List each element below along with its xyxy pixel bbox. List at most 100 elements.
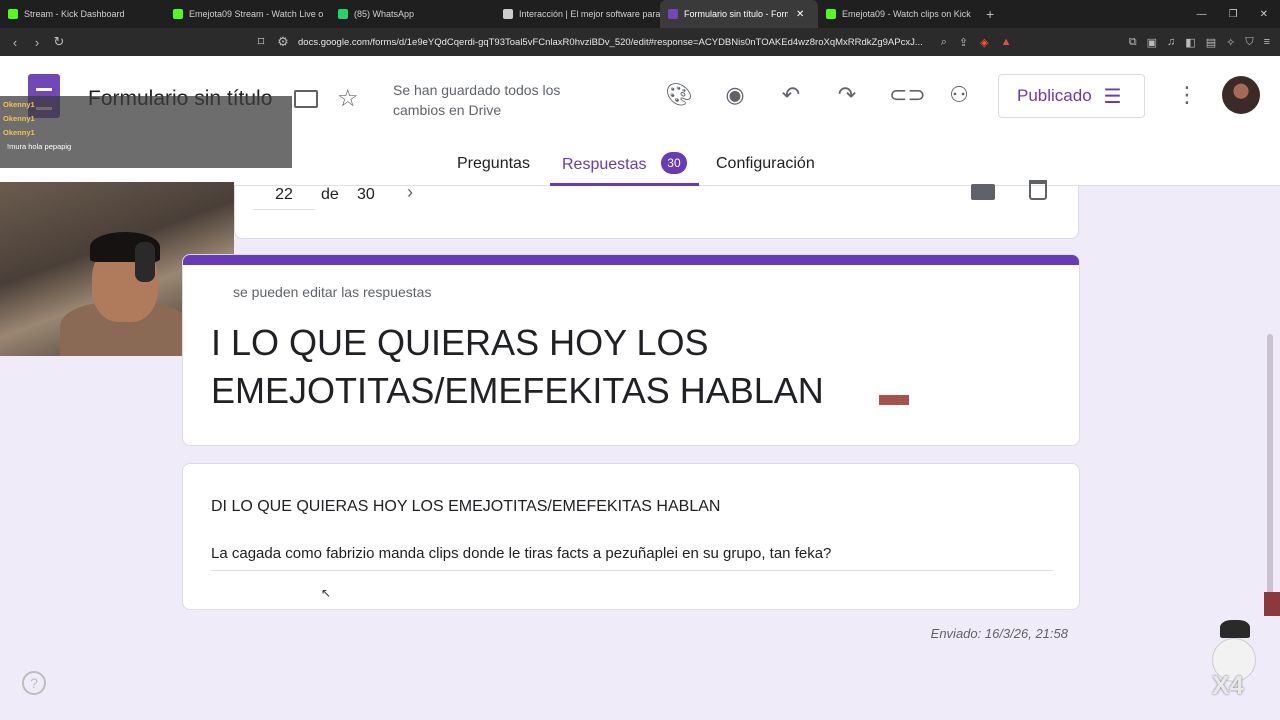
small-image — [879, 395, 909, 405]
brave-rewards-icon[interactable]: ▲ — [1001, 36, 1012, 49]
duck-mascot-overlay: X4 — [1206, 618, 1262, 702]
tune-icon: ☰ — [1103, 85, 1122, 108]
forward-icon[interactable]: › — [26, 35, 48, 50]
maximize-icon[interactable]: ❐ — [1229, 9, 1238, 20]
diamond-icon — [503, 9, 513, 19]
responses-count-badge: 30 — [660, 152, 687, 174]
add-collaborator-icon[interactable]: ⚇ — [945, 82, 973, 108]
palette-icon[interactable]: 🎨︎ — [665, 82, 693, 108]
tab-label: Formulario sin título - Formulario — [684, 9, 788, 19]
edge-overlay-image — [1264, 592, 1280, 616]
reload-icon[interactable]: ↻ — [48, 34, 70, 50]
delete-icon[interactable] — [1029, 180, 1047, 200]
avatar[interactable] — [1222, 76, 1260, 114]
extensions-icon[interactable]: ⧉ — [1129, 36, 1137, 49]
stream-chat-overlay: Okenny1 Okenny1 Okenny1 !mura hola pepap… — [0, 96, 292, 168]
kick-icon — [826, 9, 836, 19]
tab-responses[interactable]: Respuestas 30 — [550, 152, 699, 186]
chat-text: !mura hola pepapig — [7, 142, 72, 151]
tab-responses-label: Respuestas — [562, 156, 647, 173]
address-actions: ⌕ ⇪ ◈ ▲ — [941, 36, 1012, 49]
response-total: 30 — [357, 186, 375, 203]
zoom-icon[interactable]: ⌕ — [941, 36, 947, 49]
chat-user: Okenny1 — [3, 100, 35, 109]
bookmark-icon[interactable]: ⌑ — [250, 34, 272, 50]
url-field[interactable]: docs.google.com/forms/d/1e9eYQdCqerdi-gq… — [298, 37, 923, 48]
vpn-icon[interactable]: ⛉ — [1245, 36, 1253, 49]
kick-icon — [8, 9, 18, 19]
chat-message: Okenny1 — [3, 98, 289, 112]
address-bar: ‹ › ↻ ⌑ ⚙ docs.google.com/forms/d/1e9eYQ… — [0, 28, 1280, 56]
chat-message — [3, 154, 289, 168]
site-info-icon[interactable]: ⚙ — [272, 34, 294, 50]
browser-tab-active[interactable]: Formulario sin título - Formulario ✕ — [660, 0, 818, 28]
chat-message: !mura hola pepapig — [3, 140, 289, 154]
form-title: I LO QUE QUIERAS HOY LOS EMEJOTITAS/EMEF… — [211, 322, 824, 411]
toolbar-right: ⧉ ▣ ♫ ◧ ▤ ✧ ⛉ ≡ — [1129, 36, 1280, 49]
submitted-timestamp: Enviado: 16/3/26, 21:58 — [930, 626, 1068, 641]
screenshot-icon[interactable]: ▣ — [1147, 36, 1157, 49]
publish-button[interactable]: Publicado ☰ — [998, 74, 1145, 118]
accent-bar — [183, 255, 1079, 265]
webcam-headset — [135, 242, 155, 282]
next-response-icon[interactable]: › — [407, 182, 413, 203]
tab-label: Emejota09 Stream - Watch Live o — [189, 9, 324, 19]
whatsapp-icon — [338, 9, 348, 19]
question-text: DI LO QUE QUIERAS HOY LOS EMEJOTITAS/EME… — [211, 498, 721, 515]
scrollbar-thumb[interactable] — [1267, 334, 1273, 614]
menu-icon[interactable]: ≡ — [1264, 36, 1270, 49]
kick-icon — [173, 9, 183, 19]
sidebar-icon[interactable]: ◧ — [1185, 36, 1195, 49]
chat-user: Okenny1 — [3, 128, 35, 137]
brave-shield-icon[interactable]: ◈ — [980, 36, 988, 49]
tab-label: Interacción | El mejor software para p — [519, 9, 660, 19]
response-index-input[interactable]: 22 — [253, 186, 315, 210]
close-icon[interactable]: ✕ — [796, 9, 804, 20]
back-icon[interactable]: ‹ — [4, 35, 26, 50]
answer-card: DI LO QUE QUIERAS HOY LOS EMEJOTITAS/EME… — [182, 463, 1080, 610]
preview-eye-icon[interactable]: ◉ — [721, 82, 749, 108]
browser-tab[interactable]: Emejota09 Stream - Watch Live o — [165, 0, 330, 28]
save-status: Se han guardado todos los cambios en Dri… — [393, 82, 561, 118]
browser-tab[interactable]: (85) WhatsApp — [330, 0, 495, 28]
share-icon[interactable]: ⇪ — [959, 36, 968, 49]
print-icon[interactable] — [971, 184, 995, 200]
browser-tabbar: Stream - Kick Dashboard Emejota09 Stream… — [0, 0, 1280, 28]
minimize-icon[interactable]: — — [1197, 9, 1207, 20]
response-separator: de — [321, 186, 339, 203]
response-navigation: 22 de 30 › — [234, 180, 1079, 239]
scrollbar[interactable] — [1266, 186, 1276, 720]
browser-tab[interactable]: Interacción | El mejor software para p — [495, 0, 660, 28]
browser-tab[interactable]: Stream - Kick Dashboard — [0, 0, 165, 28]
tab-settings[interactable]: Configuración — [716, 152, 815, 186]
new-tab-icon[interactable]: + — [986, 6, 994, 22]
duck-hat — [1220, 620, 1250, 638]
wallet-icon[interactable]: ▤ — [1206, 36, 1216, 49]
tab-questions[interactable]: Preguntas — [457, 152, 530, 186]
browser-tab[interactable]: Emejota09 - Watch clips on Kick — [818, 0, 978, 28]
tab-label: (85) WhatsApp — [354, 9, 415, 19]
google-forms-icon — [668, 9, 678, 19]
leo-icon[interactable]: ✧ — [1226, 36, 1235, 49]
chat-message: Okenny1 — [3, 126, 289, 140]
form-title-card: se pueden editar las respuestas I LO QUE… — [182, 254, 1080, 446]
help-icon[interactable]: ? — [22, 671, 46, 695]
media-icon[interactable]: ♫ — [1167, 36, 1175, 49]
redo-icon[interactable]: ↷ — [833, 82, 861, 108]
tab-label: Stream - Kick Dashboard — [24, 9, 125, 19]
mascot-text: X4 — [1212, 670, 1244, 700]
chat-message: Okenny1 — [3, 112, 289, 126]
more-options-icon[interactable]: ⋮ — [1176, 82, 1198, 108]
answer-text: La cagada como fabrizio manda clips dond… — [211, 545, 1053, 571]
publish-label: Publicado — [1017, 86, 1092, 105]
chat-user: Okenny1 — [3, 114, 35, 123]
tab-label: Emejota09 - Watch clips on Kick — [842, 9, 971, 19]
undo-icon[interactable]: ↶ — [777, 82, 805, 108]
close-window-icon[interactable]: ✕ — [1260, 9, 1268, 20]
star-icon[interactable]: ☆ — [337, 84, 359, 113]
mouse-cursor-icon: ↖ — [321, 586, 332, 600]
edit-note: se pueden editar las respuestas — [233, 284, 432, 300]
folder-icon[interactable] — [294, 90, 318, 108]
link-icon[interactable]: ⊂⊃ — [889, 82, 926, 108]
window-controls: — ❐ ✕ — [1197, 9, 1280, 20]
